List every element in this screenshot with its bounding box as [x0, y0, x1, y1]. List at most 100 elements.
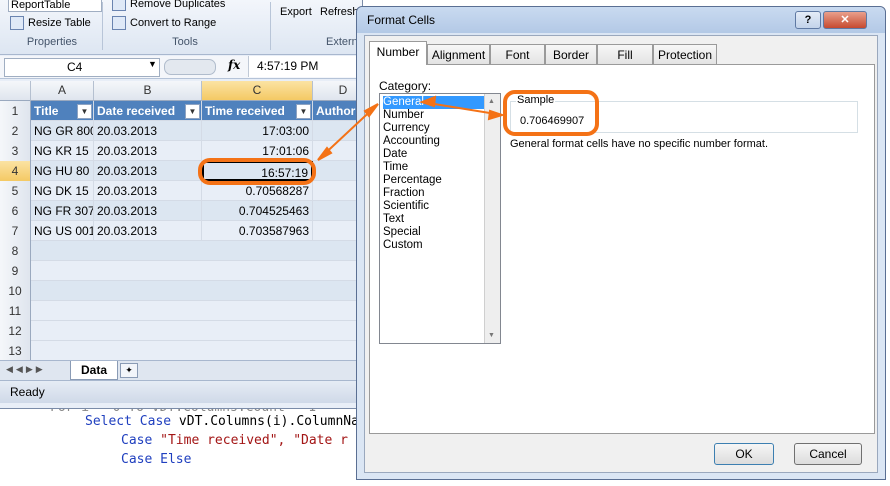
table-cell[interactable]: NG GR 800 [31, 121, 94, 141]
row-header[interactable]: 4 [0, 161, 31, 182]
row-header[interactable]: 8 [0, 241, 31, 262]
row-header[interactable]: 5 [0, 181, 31, 202]
convert-to-range-label: Convert to Range [130, 17, 217, 29]
table-cell[interactable]: 20.03.2013 [94, 141, 202, 161]
tab-border[interactable]: Border [545, 44, 597, 64]
tab-number[interactable]: Number [369, 41, 427, 65]
row-header[interactable]: 11 [0, 301, 31, 322]
code-keyword: Case [121, 433, 161, 448]
column-header-a[interactable]: A [31, 81, 94, 101]
category-item-percentage[interactable]: Percentage [383, 174, 442, 187]
category-item-fraction[interactable]: Fraction [383, 187, 425, 200]
cancel-button[interactable]: Cancel [794, 443, 862, 465]
filter-dropdown-icon[interactable]: ▼ [185, 104, 200, 119]
scroll-down-icon[interactable]: ▼ [488, 332, 495, 339]
scroll-up-icon[interactable]: ▲ [488, 98, 495, 105]
table-row-empty[interactable] [31, 341, 362, 361]
export-button[interactable]: Export [280, 6, 312, 18]
category-item-currency[interactable]: Currency [383, 122, 430, 135]
table-cell[interactable]: 0.704525463 [202, 201, 313, 221]
remove-duplicates-icon [112, 0, 126, 11]
tab-alignment[interactable]: Alignment [427, 44, 490, 64]
filter-dropdown-icon[interactable]: ▼ [77, 104, 92, 119]
table-cell[interactable]: NG KR 15 [31, 141, 94, 161]
code-string: "Time received", "Date r [160, 433, 348, 448]
row-header[interactable]: 10 [0, 281, 31, 302]
row-header[interactable]: 7 [0, 221, 31, 242]
category-list[interactable]: General Number Currency Accounting Date … [379, 93, 501, 344]
table-header-time[interactable]: Time received ▼ [202, 101, 313, 121]
refresh-button[interactable]: Refresh [320, 6, 359, 18]
category-item-accounting[interactable]: Accounting [383, 135, 440, 148]
export-label: Export [280, 6, 312, 18]
table-name-value: ReportTable [11, 0, 71, 11]
sheet-tab-data[interactable]: Data [70, 361, 118, 380]
tab-protection[interactable]: Protection [653, 44, 717, 64]
select-all-corner[interactable] [0, 81, 31, 101]
table-cell[interactable]: NG DK 15 [31, 181, 94, 201]
name-box[interactable]: C4 ▼ [4, 58, 160, 77]
table-cell[interactable]: NG US 001 [31, 221, 94, 241]
chevron-down-icon[interactable]: ▼ [148, 59, 157, 69]
category-item-special[interactable]: Special [383, 226, 421, 239]
table-cell[interactable]: 20.03.2013 [94, 221, 202, 241]
table-row-empty[interactable] [31, 321, 362, 341]
category-scrollbar[interactable]: ▲ ▼ [484, 94, 500, 343]
convert-to-range-button[interactable]: Convert to Range [112, 16, 216, 30]
table-cell[interactable]: 20.03.2013 [94, 181, 202, 201]
category-item-number[interactable]: Number [383, 109, 424, 122]
close-button[interactable]: ✕ [823, 11, 867, 29]
insert-function-icon[interactable]: fx [228, 58, 240, 72]
table-cell[interactable]: NG HU 80 [31, 161, 94, 181]
category-item-scientific[interactable]: Scientific [383, 200, 429, 213]
category-item-date[interactable]: Date [383, 148, 407, 161]
resize-table-button[interactable]: Resize Table [10, 16, 91, 30]
table-cell[interactable]: 0.703587963 [202, 221, 313, 241]
table-cell[interactable]: 20.03.2013 [94, 201, 202, 221]
formula-input[interactable]: 4:57:19 PM [248, 56, 362, 77]
row-header[interactable]: 2 [0, 121, 31, 142]
row-header[interactable]: 13 [0, 341, 31, 362]
formula-value: 4:57:19 PM [257, 59, 319, 73]
refresh-label: Refresh [320, 6, 359, 18]
formula-bar-splitter[interactable] [164, 59, 216, 75]
table-name-input[interactable]: ReportTable [8, 0, 102, 12]
tab-scroll-icon[interactable]: ◀◀▶▶ [6, 364, 46, 375]
dialog-titlebar[interactable]: Format Cells ? ✕ [357, 7, 885, 33]
table-cell[interactable]: 17:03:00 [202, 121, 313, 141]
column-header-b[interactable]: B [94, 81, 202, 101]
dialog-title: Format Cells [367, 13, 436, 27]
category-item-custom[interactable]: Custom [383, 239, 423, 252]
category-item-text[interactable]: Text [383, 213, 404, 226]
remove-duplicates-button[interactable]: Remove Duplicates [112, 0, 225, 11]
row-header[interactable]: 12 [0, 321, 31, 342]
table-cell[interactable]: 20.03.2013 [94, 121, 202, 141]
row-header[interactable]: 3 [0, 141, 31, 162]
resize-table-icon [10, 16, 24, 30]
help-button[interactable]: ? [795, 11, 821, 29]
table-row-empty[interactable] [31, 301, 362, 321]
table-row-empty[interactable] [31, 281, 362, 301]
table-row-empty[interactable] [31, 261, 362, 281]
highlight-sample [503, 90, 599, 136]
code-line-2: Select Case vDT.Columns(i).ColumnName [85, 414, 375, 429]
column-header-c[interactable]: C [202, 81, 313, 101]
ok-button[interactable]: OK [714, 443, 774, 465]
status-text: Ready [10, 385, 45, 399]
row-header[interactable]: 9 [0, 261, 31, 282]
tab-font[interactable]: Font [490, 44, 545, 64]
category-label: Category: [379, 79, 432, 93]
row-header[interactable]: 1 [0, 101, 31, 122]
category-item-time[interactable]: Time [383, 161, 408, 174]
table-cell[interactable]: NG FR 307 [31, 201, 94, 221]
table-header-title[interactable]: Title ▼ [31, 101, 94, 121]
table-header-date[interactable]: Date received ▼ [94, 101, 202, 121]
insert-sheet-icon[interactable]: ✦ [120, 363, 138, 378]
category-item-general[interactable]: General [383, 96, 486, 109]
filter-dropdown-icon[interactable]: ▼ [296, 104, 311, 119]
table-cell[interactable]: 20.03.2013 [94, 161, 202, 181]
row-header[interactable]: 6 [0, 201, 31, 222]
table-row-empty[interactable] [31, 241, 362, 261]
tab-fill[interactable]: Fill [597, 44, 653, 64]
sheet-tab-bar: ◀◀▶▶ Data ✦ [0, 360, 362, 381]
